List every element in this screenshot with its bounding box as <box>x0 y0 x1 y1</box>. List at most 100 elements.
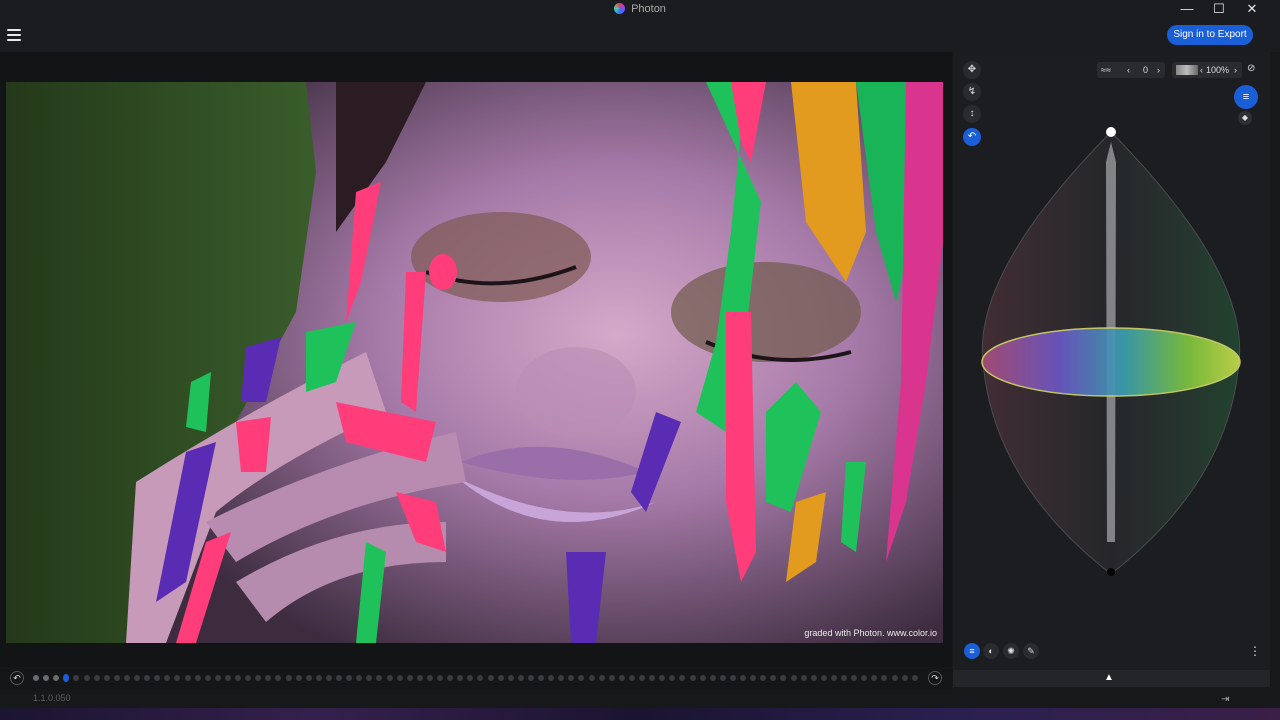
timeline-snapshot-dot[interactable] <box>618 675 625 681</box>
timeline-snapshot-dot[interactable] <box>598 675 605 681</box>
timeline-snapshot-dot[interactable] <box>497 675 504 681</box>
timeline-snapshot-dot[interactable] <box>73 675 80 681</box>
minimize-button[interactable]: — <box>1170 0 1204 18</box>
timeline-snapshot-dot[interactable] <box>760 675 767 681</box>
color-wheel-icon[interactable]: ◐ <box>983 643 999 659</box>
timeline-snapshot-dot[interactable] <box>527 675 534 681</box>
timeline-snapshot-dot[interactable] <box>548 675 555 681</box>
color-volume-visualizer[interactable] <box>973 122 1253 582</box>
timeline-snapshot-dot[interactable] <box>214 675 221 681</box>
hamburger-menu-icon[interactable] <box>7 29 21 41</box>
increase-icon[interactable]: › <box>1157 62 1160 78</box>
timeline-snapshot-dot[interactable] <box>33 675 39 681</box>
maximize-button[interactable]: ☐ <box>1202 0 1236 18</box>
timeline-snapshot-dot[interactable] <box>255 675 262 681</box>
layer-stack-icon[interactable]: ≡ <box>1234 85 1258 109</box>
timeline-snapshot-dot[interactable] <box>901 675 908 681</box>
timeline-snapshot-dot[interactable] <box>336 675 342 681</box>
timeline-snapshot-dot[interactable] <box>669 675 676 681</box>
undo-icon[interactable]: ↶ <box>10 671 24 685</box>
timeline-snapshot-dot[interactable] <box>750 675 757 681</box>
timeline-snapshot-dot[interactable] <box>830 675 837 681</box>
timeline-snapshot-dot[interactable] <box>810 675 817 681</box>
timeline-snapshot-dot[interactable] <box>639 675 645 681</box>
timeline-snapshot-dot[interactable] <box>235 675 241 681</box>
timeline-snapshot-dot[interactable] <box>265 675 272 681</box>
timeline-snapshot-dot[interactable] <box>729 675 736 681</box>
timeline-snapshot-dot[interactable] <box>558 675 565 681</box>
timeline-snapshot-dot[interactable] <box>659 675 666 681</box>
curve-tool-icon[interactable]: ↯ <box>963 83 981 101</box>
timeline-snapshot-dot[interactable] <box>709 675 716 681</box>
timeline-snapshot-dot[interactable] <box>820 675 827 681</box>
photo-canvas[interactable]: graded with Photon. www.color.io <box>6 82 943 643</box>
timeline-snapshot-dot[interactable] <box>679 675 686 681</box>
timeline-snapshot-dot[interactable] <box>467 675 474 681</box>
timeline-snapshot-dot[interactable] <box>113 675 120 681</box>
timeline-snapshot-dot[interactable] <box>103 675 110 681</box>
timeline-snapshot-dot[interactable] <box>134 675 140 681</box>
close-button[interactable]: ✕ <box>1235 0 1269 18</box>
timeline-snapshot-dot[interactable] <box>386 675 393 681</box>
timeline-snapshot-dot[interactable] <box>144 675 151 681</box>
panel-collapse-bar[interactable]: ▲ ⇥ <box>953 670 1270 705</box>
timeline-snapshot-dot[interactable] <box>164 675 171 681</box>
timeline-snapshot-dot[interactable] <box>851 675 858 681</box>
timeline-snapshot-dot[interactable] <box>204 675 211 681</box>
timeline-snapshot-dot[interactable] <box>841 675 847 681</box>
timeline-snapshot-dot[interactable] <box>43 675 50 681</box>
timeline-snapshot-dot[interactable] <box>63 674 70 682</box>
timeline-snapshot-dot[interactable] <box>406 675 413 681</box>
timeline-snapshot-dot[interactable] <box>194 675 201 681</box>
visibility-off-icon[interactable]: ⊘ <box>1247 63 1255 74</box>
timeline-snapshot-dot[interactable] <box>93 675 100 681</box>
timeline-snapshot-dot[interactable] <box>911 675 918 681</box>
timeline-snapshot-dot[interactable] <box>881 675 888 681</box>
timeline-snapshot-dot[interactable] <box>689 675 696 681</box>
timeline-dots[interactable] <box>33 674 923 682</box>
timeline-snapshot-dot[interactable] <box>891 675 898 681</box>
timeline-snapshot-dot[interactable] <box>628 675 635 681</box>
redo-icon[interactable]: ↷ <box>928 671 942 685</box>
move-tool-icon[interactable]: ✥ <box>963 61 981 79</box>
timeline-snapshot-dot[interactable] <box>245 675 252 681</box>
timeline-snapshot-dot[interactable] <box>871 675 878 681</box>
timeline-snapshot-dot[interactable] <box>123 675 130 681</box>
opacity-control[interactable]: ‹ 100% › <box>1172 62 1242 78</box>
timeline-snapshot-dot[interactable] <box>437 675 443 681</box>
timeline-snapshot-dot[interactable] <box>578 675 585 681</box>
timeline-snapshot-dot[interactable] <box>346 675 353 681</box>
opacity-increase-icon[interactable]: › <box>1234 62 1237 78</box>
timeline-snapshot-dot[interactable] <box>780 675 787 681</box>
wrench-icon[interactable]: ✎ <box>1023 643 1039 659</box>
timeline-snapshot-dot[interactable] <box>224 675 231 681</box>
timeline-snapshot-dot[interactable] <box>275 675 282 681</box>
timeline-snapshot-dot[interactable] <box>507 675 514 681</box>
timeline-snapshot-dot[interactable] <box>517 675 524 681</box>
timeline-snapshot-dot[interactable] <box>426 675 433 681</box>
timeline-snapshot-dot[interactable] <box>790 675 797 681</box>
timeline-snapshot-dot[interactable] <box>154 675 161 681</box>
timeline-snapshot-dot[interactable] <box>184 675 191 681</box>
timeline-snapshot-dot[interactable] <box>356 675 363 681</box>
opacity-decrease-icon[interactable]: ‹ <box>1200 62 1203 78</box>
timeline-snapshot-dot[interactable] <box>83 675 90 681</box>
timeline-snapshot-dot[interactable] <box>325 675 332 681</box>
timeline-snapshot-dot[interactable] <box>174 675 181 681</box>
timeline-snapshot-dot[interactable] <box>487 675 494 681</box>
timeline-snapshot-dot[interactable] <box>568 675 575 681</box>
timeline-snapshot-dot[interactable] <box>699 675 706 681</box>
gear-icon[interactable]: ✺ <box>1003 643 1019 659</box>
strength-control[interactable]: ≈≈ ‹ 0 › <box>1097 62 1165 78</box>
timeline-snapshot-dot[interactable] <box>770 675 777 681</box>
timeline-snapshot-dot[interactable] <box>396 675 403 681</box>
sign-in-to-export-button[interactable]: Sign in to Export <box>1167 25 1253 45</box>
timeline-snapshot-dot[interactable] <box>305 675 312 681</box>
decrease-icon[interactable]: ‹ <box>1127 62 1130 78</box>
timeline-snapshot-dot[interactable] <box>538 675 544 681</box>
timeline-snapshot-dot[interactable] <box>477 675 484 681</box>
collapse-chevron-icon[interactable]: ▲ <box>1104 672 1114 683</box>
timeline-snapshot-dot[interactable] <box>740 675 746 681</box>
pin-icon[interactable]: ⇥ <box>1221 694 1229 705</box>
timeline-snapshot-dot[interactable] <box>447 675 454 681</box>
